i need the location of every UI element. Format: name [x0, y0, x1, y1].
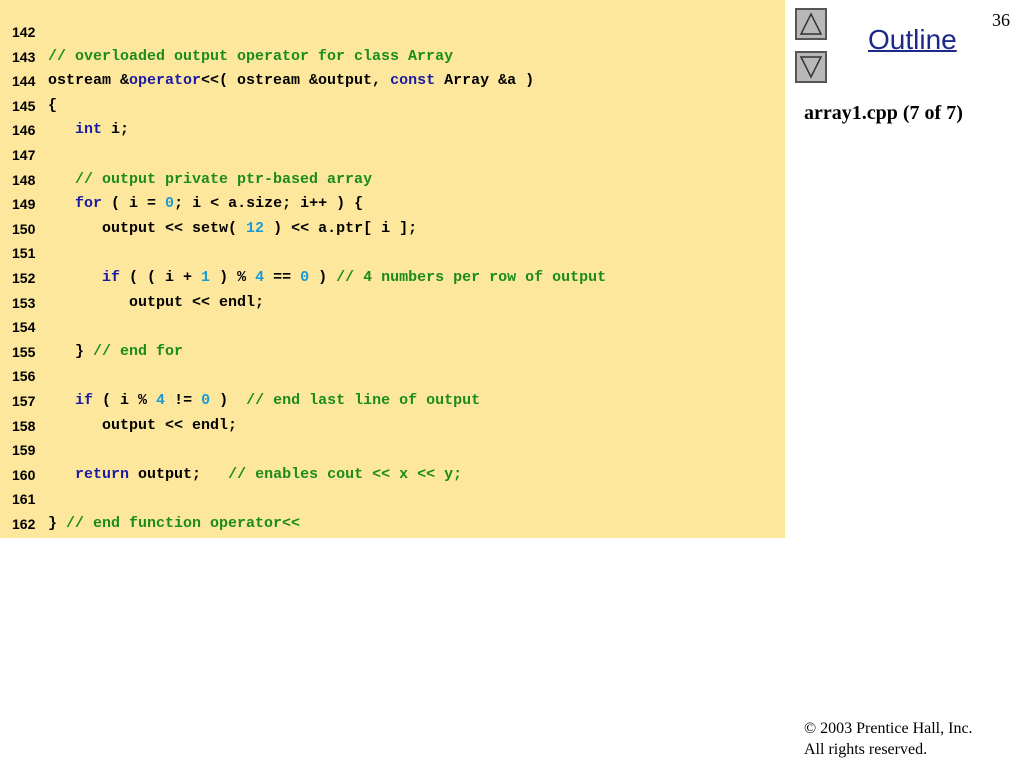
code-comment: // end function operator<<	[66, 515, 301, 532]
slide-subtitle: array1.cpp (7 of 7)	[804, 102, 963, 124]
code-text: } // end function operator<<	[48, 512, 300, 536]
code-token: {	[48, 96, 58, 114]
code-token: ( ( i +	[120, 269, 202, 286]
code-token: Array &a )	[435, 72, 535, 90]
outline-link[interactable]: Outline	[868, 24, 957, 56]
code-keyword: operator	[129, 72, 202, 90]
code-token: output;	[129, 465, 229, 483]
code-text: } // end for	[48, 340, 183, 364]
code-text: if ( i % 4 != 0 ) // end last line of ou…	[48, 389, 480, 413]
code-comment: // end last line of output	[246, 392, 481, 409]
code-number: 0	[300, 269, 310, 286]
code-token: )	[309, 269, 337, 286]
code-text: // overloaded output operator for class …	[48, 45, 453, 69]
code-comment: // output private ptr-based array	[75, 170, 373, 188]
line-number: 153	[12, 294, 36, 311]
line-number: 146	[12, 122, 36, 139]
line-number: 150	[12, 220, 36, 237]
code-comment: // overloaded output operator for class …	[48, 47, 454, 65]
code-text: if ( ( i + 1 ) % 4 == 0 ) // 4 numbers p…	[48, 266, 606, 290]
code-text: output << setw( 12 ) << a.ptr[ i ];	[48, 217, 417, 241]
code-token: ( i %	[93, 392, 157, 409]
line-number: 151	[12, 245, 36, 262]
line-number: 160	[12, 466, 36, 483]
code-keyword: for	[75, 195, 103, 213]
code-keyword: return	[75, 465, 130, 483]
line-number: 162	[12, 516, 36, 532]
code-comment: // 4 numbers per row of output	[336, 269, 607, 286]
line-number: 159	[12, 442, 36, 459]
triangle-up-icon	[799, 12, 823, 35]
code-token: ==	[264, 269, 301, 286]
code-number: 4	[156, 392, 166, 409]
code-token: output << endl;	[48, 416, 238, 434]
code-text: ostream &operator<<( ostream &output, co…	[48, 69, 534, 93]
line-number: 145	[12, 97, 36, 114]
code-listing-panel: 142 143 // overloaded output operator for …	[0, 0, 785, 538]
code-token: ostream &	[48, 72, 130, 90]
code-token: <<( ostream &output,	[201, 72, 391, 90]
code-keyword: const	[390, 72, 436, 90]
code-number: 4	[255, 269, 265, 286]
line-number: 142	[12, 24, 36, 40]
line-number: 158	[12, 417, 36, 434]
line-number: 152	[12, 270, 36, 286]
code-number: 1	[201, 269, 211, 286]
code-text: {	[48, 94, 57, 118]
rights-line: All rights reserved.	[804, 741, 928, 758]
next-slide-button[interactable]	[795, 51, 827, 83]
code-number: 12	[246, 219, 265, 237]
triangle-down-icon	[799, 56, 823, 79]
previous-slide-button[interactable]	[795, 8, 827, 40]
page-number: 36	[992, 10, 1010, 30]
line-number: 155	[12, 343, 36, 360]
line-number: 144	[12, 73, 36, 90]
line-number: 148	[12, 171, 36, 188]
code-text: // output private ptr-based array	[48, 168, 372, 192]
line-number: 149	[12, 196, 36, 213]
code-token: }	[48, 342, 94, 360]
code-token: i;	[102, 121, 130, 139]
line-number: 156	[12, 368, 36, 385]
code-text: output << endl;	[48, 414, 237, 438]
code-number: 0	[165, 195, 175, 213]
code-token: output << setw(	[48, 219, 247, 237]
code-text: for ( i = 0; i < a.size; i++ ) {	[48, 192, 363, 216]
line-number: 161	[12, 491, 36, 508]
code-text: return output; // enables cout << x << y…	[48, 463, 462, 487]
copyright-notice: © 2003 Prentice Hall, Inc. All rights re…	[804, 718, 973, 760]
line-number: 154	[12, 319, 36, 336]
code-token: ; i < a.size; i++ ) {	[174, 195, 364, 213]
code-token: output << endl;	[48, 293, 265, 311]
code-text: output << endl;	[48, 291, 264, 315]
code-keyword: if	[75, 392, 94, 409]
code-number: 0	[201, 392, 211, 409]
code-keyword: int	[75, 121, 103, 139]
line-number: 143	[12, 48, 36, 65]
code-token: ) %	[210, 269, 256, 286]
line-number: 157	[12, 393, 36, 409]
line-number: 147	[12, 147, 36, 163]
code-keyword: if	[102, 269, 121, 286]
code-comment: // end for	[93, 342, 184, 360]
code-token: }	[48, 515, 67, 532]
code-token: !=	[165, 392, 202, 409]
code-text: int i;	[48, 118, 129, 142]
copyright-line: © 2003 Prentice Hall, Inc.	[804, 720, 973, 737]
code-token: )	[210, 392, 247, 409]
code-token: ( i =	[102, 195, 166, 213]
code-comment: // enables cout << x << y;	[228, 465, 463, 483]
code-token: ) << a.ptr[ i ];	[264, 219, 418, 237]
